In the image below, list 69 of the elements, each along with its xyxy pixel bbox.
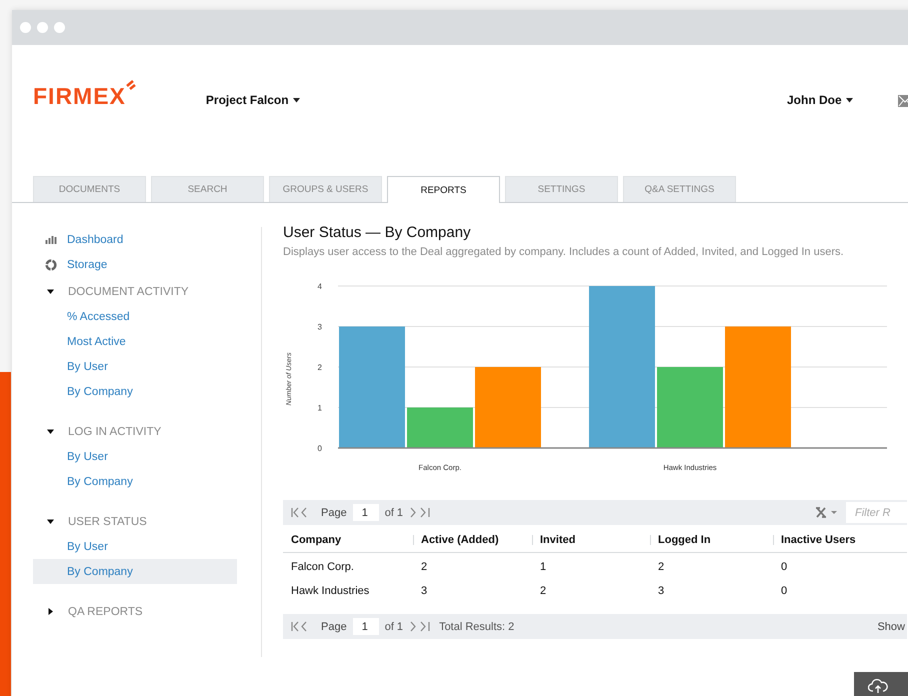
bar <box>407 408 473 448</box>
page-field[interactable]: 1 <box>352 618 379 635</box>
caret-icon[interactable] <box>47 518 54 525</box>
export-dropdown[interactable] <box>816 507 838 518</box>
section-heading[interactable]: QA REPORTS <box>68 606 143 618</box>
report-description: Displays user access to the Deal aggregated by company. Includes a count of Added, Invited, and Logged In users. <box>283 245 845 259</box>
show-label[interactable]: Show <box>877 620 905 632</box>
section-heading[interactable]: LOG IN ACTIVITY <box>68 426 162 438</box>
sidebar-link[interactable]: % Accessed <box>67 310 130 322</box>
tab[interactable]: DOCUMENTS <box>33 176 146 202</box>
axis-tick-label: 0 <box>318 444 322 453</box>
next-last-icon[interactable] <box>409 507 432 518</box>
page-label: Page <box>321 506 347 518</box>
table-cell-text: Hawk Industries <box>290 584 370 599</box>
upload-button[interactable] <box>854 672 908 696</box>
tab[interactable]: REPORTS <box>387 176 500 203</box>
caret-icon[interactable] <box>47 608 54 615</box>
tab[interactable]: SETTINGS <box>505 176 618 202</box>
cloud-upload-icon <box>868 678 888 694</box>
project-dropdown[interactable]: Project Falcon <box>206 93 300 107</box>
logo[interactable]: FIRMEX <box>33 83 126 109</box>
section-heading[interactable]: DOCUMENT ACTIVITY <box>68 286 189 298</box>
table-cell: 2 <box>650 552 773 579</box>
table-cell: 0 <box>773 552 907 579</box>
axis-tick-label: 3 <box>318 322 322 332</box>
page-label: Page <box>321 620 347 632</box>
sidebar-link[interactable]: By Company <box>67 386 133 398</box>
table-cell-text: 3 <box>420 584 428 599</box>
table-cell: 2 <box>413 552 532 579</box>
table-cell-text: 0 <box>780 584 788 599</box>
caret-icon <box>292 98 300 102</box>
tab[interactable]: SEARCH <box>151 176 264 202</box>
tab[interactable]: Q&A SETTINGS <box>623 176 736 202</box>
next-last-icon[interactable] <box>409 621 432 632</box>
sidebar-link[interactable]: By User <box>67 450 108 462</box>
sidebar-link[interactable]: By Company <box>67 566 133 578</box>
table-cell-text: 3 <box>657 584 666 599</box>
window-dot[interactable] <box>37 22 48 33</box>
section-heading[interactable]: USER STATUS <box>68 516 147 528</box>
caret-icon[interactable] <box>47 428 54 435</box>
table-cell: 1 <box>532 552 650 579</box>
sidebar-link[interactable]: By User <box>67 540 108 552</box>
page-count: of 1 <box>384 506 404 518</box>
window-dot[interactable] <box>20 22 31 33</box>
logo-mark-icon <box>126 80 136 91</box>
user-menu[interactable]: John Doe <box>787 93 853 107</box>
sidebar-link[interactable]: Storage <box>67 258 108 270</box>
sidebar-link[interactable]: By Company <box>67 476 133 488</box>
bar-chart-icon <box>45 236 57 244</box>
table-cell: Falcon Corp. <box>283 552 413 579</box>
caret-icon <box>846 98 853 102</box>
total-results: Total Results: 2 <box>439 620 514 632</box>
tab[interactable]: GROUPS & USERS <box>269 176 382 202</box>
sidebar-link[interactable]: Most Active <box>67 336 126 348</box>
filter-field[interactable]: Filter R <box>846 502 907 523</box>
page-count: of 1 <box>384 620 404 632</box>
sidebar-link[interactable]: By User <box>67 360 108 372</box>
window-dot[interactable] <box>54 22 65 33</box>
caret-icon[interactable] <box>47 288 54 295</box>
sidebar-link[interactable]: Dashboard <box>67 234 124 246</box>
page-field[interactable]: 1 <box>352 504 379 521</box>
axis-tick-label: 1 <box>318 404 322 412</box>
pie-icon <box>45 258 57 270</box>
axis-tick-label: 2 <box>318 363 322 372</box>
mail-icon[interactable] <box>898 95 908 107</box>
report-title: User Status — By Company <box>283 223 472 243</box>
excel-icon <box>816 507 838 518</box>
axis-tick-label: 4 <box>318 282 322 291</box>
table-cell-text: 2 <box>539 584 548 599</box>
